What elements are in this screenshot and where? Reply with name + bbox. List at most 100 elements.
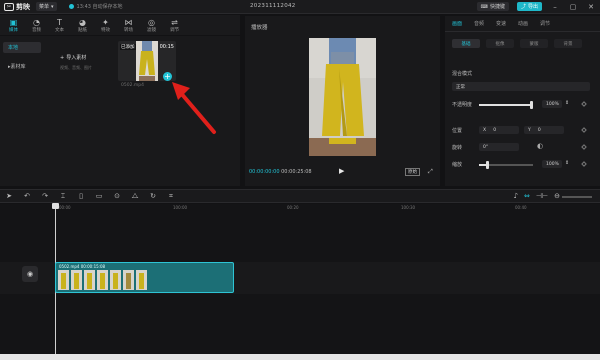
opacity-label: 不透明度 <box>452 102 473 108</box>
aspect-ratio-button[interactable]: 原始 <box>405 168 420 176</box>
keyframe-opacity-icon[interactable] <box>581 101 587 107</box>
position-x-input[interactable]: X 0 <box>479 126 519 134</box>
thumbnail-image <box>136 41 158 81</box>
select-cursor-icon[interactable]: ➤ <box>0 192 18 200</box>
tab-picture[interactable]: 画面 <box>452 20 474 27</box>
shortcut-button[interactable]: ⌨ 快捷键 <box>476 2 509 11</box>
stepper-icon[interactable]: ⇕ <box>565 100 569 106</box>
timeline-toolbar-right: ♪ ⇔ ⊣⊢ ⊖ <box>514 192 560 200</box>
player-title: 播放器 <box>251 25 268 31</box>
tab-effects[interactable]: ✦ 特效 <box>95 16 116 35</box>
tab-transition[interactable]: ⋈ 转场 <box>118 16 139 35</box>
player-panel: 播放器 00:00:00:00 00:00:25:08 ▶ 原始 ⤢ <box>245 16 440 186</box>
keyframe-position-icon[interactable] <box>581 127 587 133</box>
import-label: 导入素材 <box>66 55 87 61</box>
subtab-matting[interactable]: 抠像 <box>486 39 514 48</box>
tab-animation[interactable]: 动画 <box>518 20 540 27</box>
autosave-dot-icon <box>68 4 74 9</box>
media-left-nav: 本地 ▸ 素材库 <box>3 42 41 80</box>
adjust-icon: ⇌ <box>171 17 178 27</box>
player-timecode: 00:00:00:00 00:00:25:08 <box>249 169 312 175</box>
transition-icon: ⋈ <box>124 17 133 27</box>
rotate-input[interactable]: 0° <box>479 143 519 151</box>
tab-audio-prop[interactable]: 音频 <box>474 20 496 27</box>
tab-speed[interactable]: 变速 <box>496 20 518 27</box>
ruler-tick: 00:20 <box>287 205 299 210</box>
playhead-handle[interactable] <box>52 203 59 209</box>
chevron-down-icon: ▾ <box>51 3 54 10</box>
tab-label: 调节 <box>170 27 179 33</box>
blend-mode-select[interactable]: 正常 <box>452 82 590 91</box>
tab-adjust[interactable]: ⇌ 调节 <box>164 16 185 35</box>
import-hint: 视频、音频、图片 <box>60 65 92 70</box>
timeline-toolbar: ➤ ↶ ↷ ⌶ ▯ ▭ ⊙ ⧍ ↻ ⌗ ♪ ⇔ ⊣⊢ ⊖ <box>0 189 600 203</box>
rotate-dial-icon[interactable]: ◐ <box>537 142 543 150</box>
scale-slider-knob[interactable] <box>486 161 489 169</box>
mirror-icon[interactable]: ⧍ <box>126 192 144 201</box>
keyframe-scale-icon[interactable] <box>581 161 587 167</box>
maximize-icon[interactable]: ▢ <box>568 3 578 11</box>
snap-icon[interactable]: ⊣⊢ <box>536 192 548 200</box>
app-logo-icon: ✂ <box>4 2 14 11</box>
stepper-icon[interactable]: ⇕ <box>565 160 569 166</box>
app-logo: ✂ 剪映 <box>4 2 30 12</box>
subtab-mask[interactable]: 蒙版 <box>520 39 548 48</box>
zoom-out-icon[interactable]: ⊖ <box>554 192 560 200</box>
position-y-input[interactable]: Y 0 <box>524 126 564 134</box>
tab-sticker[interactable]: ◕ 贴纸 <box>72 16 93 35</box>
subtab-basic[interactable]: 基础 <box>452 39 480 48</box>
properties-panel: 画面 音频 变速 动画 调节 基础 抠像 蒙版 背景 混合模式 正常 不透明度 … <box>445 16 600 186</box>
link-icon[interactable]: ⇔ <box>524 192 530 200</box>
delete-icon[interactable]: ▯ <box>72 192 90 200</box>
current-time: 00:00:00:00 <box>249 169 280 175</box>
freeze-icon[interactable]: ▭ <box>90 192 108 200</box>
titlebar-right: ⌨ 快捷键 ⤴ 导出 – ▢ ✕ <box>476 2 596 11</box>
app-window: ✂ 剪映 菜单 ▾ 13:43 自动保存本地 202311112042 ⌨ 快捷… <box>0 0 600 360</box>
keyframe-rotate-icon[interactable] <box>581 144 587 150</box>
tab-label: 贴纸 <box>78 27 87 33</box>
app-name: 剪映 <box>16 2 30 11</box>
subtab-background[interactable]: 背景 <box>554 39 582 48</box>
tool-tabs: ▣ 媒体 ◔ 音频 T 文本 ◕ 贴纸 ✦ 特效 ⋈ 转场 ◎ 滤镜 ⇌ 调节 <box>0 15 240 35</box>
scale-input[interactable]: 100% <box>542 160 562 168</box>
ruler-tick: 00:00 <box>59 205 71 210</box>
nav-library[interactable]: ▸ 素材库 <box>3 61 41 72</box>
scale-slider[interactable] <box>479 161 533 169</box>
video-clip[interactable]: 0502.mp4 00:00:15:08 <box>55 262 234 293</box>
tab-adjustment[interactable]: 调节 <box>540 20 562 27</box>
track-cover-icon[interactable]: ◉ <box>22 266 38 282</box>
fullscreen-icon[interactable]: ⤢ <box>428 168 433 176</box>
zoom-slider[interactable] <box>562 196 592 198</box>
import-button[interactable]: + 导入素材 <box>60 54 110 62</box>
tab-media[interactable]: ▣ 媒体 <box>3 16 24 35</box>
minimize-icon[interactable]: – <box>550 3 560 11</box>
reverse-icon[interactable]: ⊙ <box>108 192 126 200</box>
tab-text[interactable]: T 文本 <box>49 16 70 35</box>
thumbnail-filename: 0502.mp4 <box>121 83 144 88</box>
import-area[interactable]: + 导入素材 视频、音频、图片 <box>60 54 110 71</box>
play-button[interactable]: ▶ <box>339 167 344 175</box>
rotate-icon[interactable]: ↻ <box>144 192 162 200</box>
crop-icon[interactable]: ⌗ <box>162 192 180 201</box>
redo-icon[interactable]: ↷ <box>36 192 54 200</box>
menu-button[interactable]: 菜单 ▾ <box>36 2 57 11</box>
nav-local[interactable]: 本地 <box>3 42 41 53</box>
split-icon[interactable]: ⌶ <box>54 192 72 201</box>
added-badge: 已添加 <box>120 44 136 50</box>
tab-filter[interactable]: ◎ 滤镜 <box>141 16 162 35</box>
pos-y-label: Y <box>528 127 531 133</box>
microphone-icon[interactable]: ♪ <box>514 192 518 200</box>
opacity-slider-knob[interactable] <box>530 101 533 109</box>
autosave-text: 13:43 自动保存本地 <box>76 4 123 10</box>
tab-audio[interactable]: ◔ 音频 <box>26 16 47 35</box>
scale-label: 缩放 <box>452 162 463 168</box>
tab-label: 音频 <box>32 27 41 33</box>
export-button[interactable]: ⤴ 导出 <box>516 2 542 11</box>
properties-tabs: 画面 音频 变速 动画 调节 <box>445 16 600 32</box>
opacity-input[interactable]: 100% <box>542 100 562 108</box>
close-icon[interactable]: ✕ <box>586 3 596 11</box>
time-ruler: 00:00 100:00 00:20 100:30 00:40 <box>55 204 600 212</box>
pos-x-label: X <box>483 127 487 133</box>
opacity-slider[interactable] <box>479 101 533 109</box>
undo-icon[interactable]: ↶ <box>18 192 36 200</box>
